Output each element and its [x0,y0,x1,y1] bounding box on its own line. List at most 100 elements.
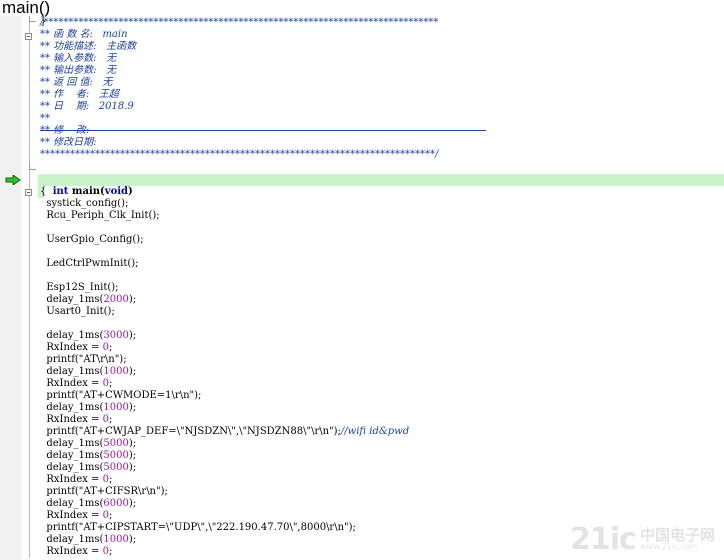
inline-comment: //wifi id&pwd [340,426,410,437]
numeric-literal: 1000 [103,402,129,413]
code-line[interactable]: RxIndex = 0; [40,474,112,486]
code-line[interactable]: delay_1ms(2000); [40,294,136,306]
code-text: printf("AT\r\n"); [40,354,127,365]
comment-line: ** 输入参数: 无 [40,53,117,64]
code-text: RxIndex = [40,342,103,353]
code-line[interactable]: RxIndex = 0; [40,414,112,426]
code-tail: ; [109,510,113,521]
comment-line: /***************************************… [40,17,439,28]
code-tail: ); [128,462,137,473]
code-text: LedCtrlPwmInit(); [40,258,139,269]
code-text: delay_1ms( [40,462,104,473]
function-signature[interactable]: int main(void) [40,174,133,197]
code-text: UserGpio_Config(); [40,234,144,245]
code-line[interactable]: printf("AT+CWMODE=1\r\n"); [40,390,201,402]
code-tail: ; [109,474,113,485]
code-text: printf("AT+CWJAP_DEF=\"NJSDZN\",\"NJSDZN… [40,426,341,437]
code-line[interactable]: delay_1ms(5000); [40,438,136,450]
code-tail: ); [128,534,137,545]
code-text: RxIndex = [40,414,103,425]
breakpoint-gutter[interactable] [0,16,22,560]
code-editor[interactable]: } /*************************************… [40,16,724,560]
code-text: RxIndex = [40,474,103,485]
comment-line: ** 日 期: 2018.9 [40,101,134,112]
code-tail: ); [128,498,137,509]
code-line[interactable]: Esp12S_Init(); [40,282,119,294]
code-line[interactable]: Usart0_Init(); [40,306,115,318]
code-line[interactable]: LedCtrlPwmInit(); [40,258,139,270]
code-line[interactable]: systick_config(); [40,198,128,210]
code-text: printf("AT+CWMODE=1\r\n"); [40,390,202,401]
code-text: delay_1ms( [40,498,104,509]
code-line[interactable]: printf("AT\r\n"); [40,354,127,366]
code-text: Esp12S_Init(); [40,282,119,293]
code-text: Rcu_Periph_Clk_Init(); [40,210,160,221]
code-line[interactable]: delay_1ms(1000); [40,366,136,378]
code-line[interactable]: RxIndex = 0; [40,510,112,522]
code-text: RxIndex = [40,510,103,521]
numeric-literal: 6000 [103,498,129,509]
code-line[interactable]: UserGpio_Config(); [40,234,144,246]
code-tail: ; [109,414,113,425]
comment-line: ** 返 回 值: 无 [40,77,113,88]
comment-line: ** [40,113,50,124]
function-name: main( [68,186,105,197]
code-text: systick_config(); [40,198,129,209]
code-line[interactable]: printf("AT+CIFSR\r\n"); [40,486,168,498]
code-tail: ); [128,294,137,305]
code-text: delay_1ms( [40,450,104,461]
code-text: delay_1ms( [40,534,104,545]
code-line[interactable]: printf("AT+CWJAP_DEF=\"NJSDZN\",\"NJSDZN… [40,426,409,438]
comment-line: ** 功能描述: 主函数 [40,41,137,52]
numeric-literal: 5000 [103,450,129,461]
comment-line: ** 作 者: 王超 [40,89,119,100]
comment-line: ** 修改日期: [40,137,97,148]
keyword-void: void [104,186,129,197]
watermark-logo: 21ic 中国电子网 www.21ic.com [570,522,716,557]
code-tail: ); [128,438,137,449]
code-line[interactable]: delay_1ms(1000); [40,402,136,414]
window-title: main() [2,0,51,17]
comment-line: ** 修 改: [40,125,90,136]
fold-end-marker [29,16,36,22]
code-text: delay_1ms( [40,330,104,341]
code-line[interactable]: RxIndex = 0; [40,342,112,354]
code-text: RxIndex = [40,546,103,557]
numeric-literal: 1000 [103,534,129,545]
code-tail: ; [109,378,113,389]
comment-line: ****************************************… [40,149,439,160]
code-text: delay_1ms( [40,294,104,305]
code-line[interactable]: RxIndex = 0; [40,378,112,390]
numeric-literal: 2000 [103,294,129,305]
numeric-literal: 1000 [103,366,129,377]
code-line[interactable]: delay_1ms(1000); [40,534,136,546]
code-tail: ; [109,546,113,557]
code-tail: ); [128,330,137,341]
numeric-literal: 5000 [103,438,129,449]
fold-end-marker [29,164,36,170]
signature-close: ) [128,186,133,197]
code-line[interactable]: RxIndex = 0; [40,546,112,558]
comment-line: ** 函 数 名: main [40,29,128,40]
code-tail: ; [109,342,113,353]
code-line[interactable]: Rcu_Periph_Clk_Init(); [40,210,160,222]
code-text: printf("AT+CIPSTART=\"UDP\",\"222.190.47… [40,522,356,533]
code-tail: ); [128,366,137,377]
fold-toggle-function[interactable] [25,189,32,196]
code-text: delay_1ms( [40,366,104,377]
code-tail: ); [128,402,137,413]
execution-arrow-icon [5,175,21,185]
code-text: printf("AT+CIFSR\r\n"); [40,486,168,497]
code-line[interactable]: delay_1ms(5000); [40,462,136,474]
code-line[interactable]: delay_1ms(6000); [40,498,136,510]
code-line[interactable]: printf("AT+CIPSTART=\"UDP\",\"222.190.47… [40,522,356,534]
code-line[interactable]: delay_1ms(3000); [40,330,136,342]
fold-guide-line [29,22,30,558]
code-line[interactable]: delay_1ms(5000); [40,450,136,462]
fold-column [22,16,38,560]
code-text: delay_1ms( [40,402,104,413]
code-text: Usart0_Init(); [40,306,115,317]
code-text: RxIndex = [40,378,103,389]
fold-toggle-comment[interactable] [25,33,32,40]
numeric-literal: 3000 [103,330,129,341]
